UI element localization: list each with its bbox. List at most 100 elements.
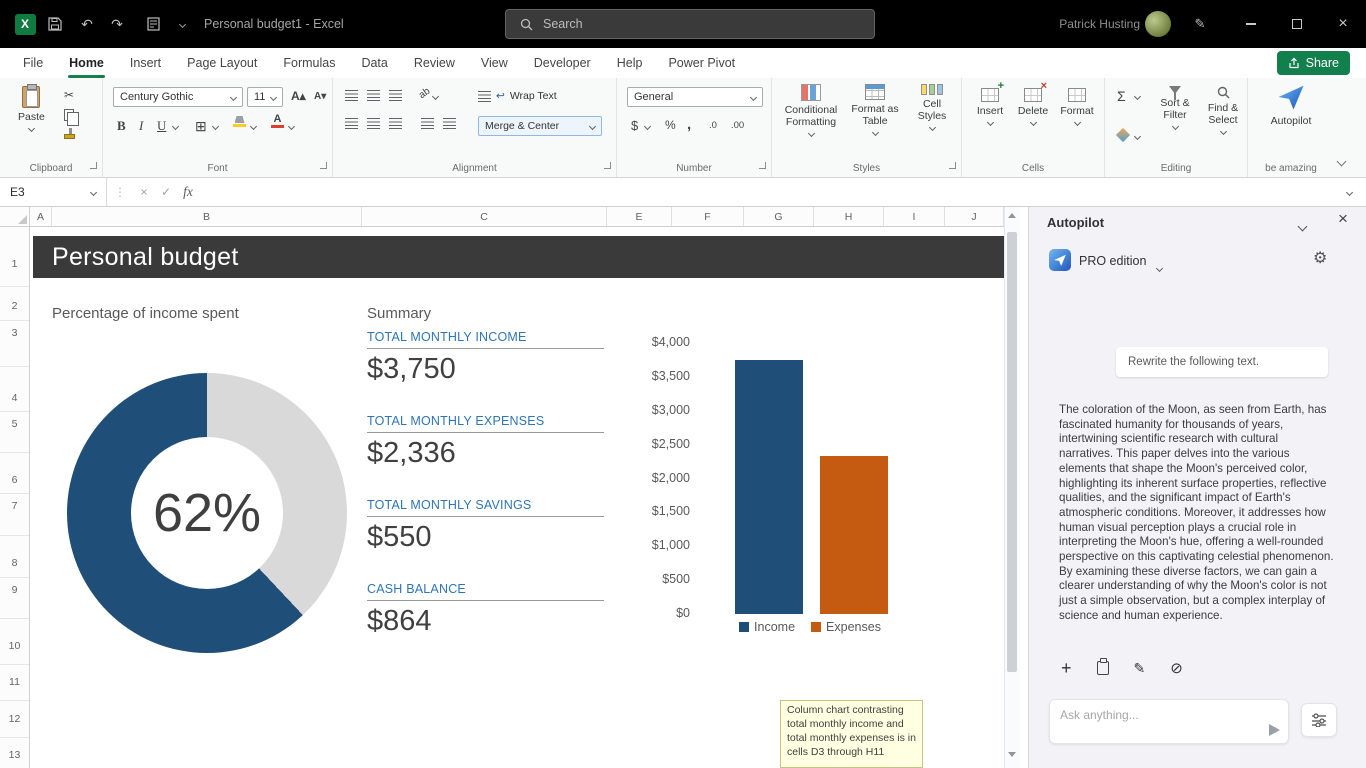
- stop-icon[interactable]: ⊘: [1170, 659, 1183, 677]
- increase-decimal-icon[interactable]: .0: [709, 120, 717, 131]
- column-header-C[interactable]: C: [362, 207, 607, 226]
- excel-logo-icon[interactable]: X: [10, 0, 40, 48]
- paste-button[interactable]: Paste: [18, 84, 45, 133]
- column-header-A[interactable]: A: [30, 207, 52, 226]
- copy-button[interactable]: [64, 109, 79, 126]
- row-header-12[interactable]: 12: [0, 712, 29, 726]
- tab-page-layout[interactable]: Page Layout: [174, 48, 270, 78]
- conditional-formatting-button[interactable]: Conditional Formatting: [780, 84, 842, 138]
- font-color-chevron-icon[interactable]: [287, 122, 296, 131]
- pane-close-icon[interactable]: ×: [1331, 209, 1355, 229]
- sort-filter-button[interactable]: Sort & Filter: [1153, 86, 1197, 131]
- tab-formulas[interactable]: Formulas: [270, 48, 348, 78]
- align-top-icon[interactable]: [345, 90, 358, 101]
- column-header-H[interactable]: H: [814, 207, 884, 226]
- clear-button[interactable]: [1115, 127, 1131, 143]
- row-header-5[interactable]: 5: [0, 417, 29, 431]
- save-icon[interactable]: [42, 0, 68, 48]
- accounting-chevron-icon[interactable]: [643, 122, 652, 131]
- scroll-up-icon[interactable]: [1008, 213, 1016, 218]
- minimize-button[interactable]: [1228, 0, 1274, 48]
- autosum-button[interactable]: Σ: [1117, 88, 1126, 104]
- pro-edition-chevron-icon[interactable]: [1155, 260, 1164, 274]
- bold-button[interactable]: B: [117, 118, 126, 134]
- row-header-13[interactable]: 13: [0, 748, 29, 762]
- alignment-dialog-launcher-icon[interactable]: [604, 162, 611, 169]
- insert-cells-button[interactable]: Insert: [970, 80, 1010, 127]
- format-as-table-button[interactable]: Format as Table: [844, 84, 906, 137]
- decrease-indent-icon[interactable]: [421, 118, 434, 129]
- font-color-button[interactable]: A: [271, 114, 284, 128]
- orientation-icon[interactable]: ab: [417, 86, 432, 101]
- redo-icon[interactable]: ↷: [104, 0, 130, 48]
- number-dialog-launcher-icon[interactable]: [759, 162, 766, 169]
- number-format-combo[interactable]: General: [627, 87, 763, 107]
- row-header-7[interactable]: 7: [0, 499, 29, 513]
- row-header-11[interactable]: 11: [0, 675, 29, 689]
- autosum-chevron-icon[interactable]: [1133, 92, 1142, 101]
- column-header-J[interactable]: J: [945, 207, 1004, 226]
- find-select-button[interactable]: Find & Select: [1201, 86, 1245, 136]
- select-all-corner[interactable]: [0, 207, 30, 226]
- tab-insert[interactable]: Insert: [117, 48, 174, 78]
- align-center-icon[interactable]: [367, 118, 380, 129]
- styles-dialog-launcher-icon[interactable]: [949, 162, 956, 169]
- expand-formula-bar-icon[interactable]: [1332, 188, 1366, 196]
- formula-input[interactable]: [199, 178, 1332, 206]
- row-header-8[interactable]: 8: [0, 556, 29, 570]
- ask-input-box[interactable]: [1049, 699, 1289, 744]
- borders-chevron-icon[interactable]: [211, 122, 220, 131]
- avatar[interactable]: [1145, 11, 1171, 37]
- format-painter-button[interactable]: [64, 128, 75, 139]
- name-box[interactable]: E3: [0, 178, 107, 206]
- autopilot-button[interactable]: Autopilot: [1260, 82, 1322, 127]
- cancel-icon[interactable]: ×: [133, 185, 155, 199]
- chart-note[interactable]: Column chart contrasting total monthly i…: [780, 700, 923, 768]
- collapse-ribbon-icon[interactable]: [1336, 154, 1347, 168]
- column-header-E[interactable]: E: [607, 207, 672, 226]
- pen-icon[interactable]: ✎: [1186, 0, 1214, 48]
- clipboard-dialog-launcher-icon[interactable]: [90, 162, 97, 169]
- tab-file[interactable]: File: [10, 48, 56, 78]
- send-icon[interactable]: [1269, 724, 1280, 736]
- row-header-1[interactable]: 1: [0, 257, 29, 271]
- underline-button[interactable]: U: [157, 118, 166, 134]
- row-header-9[interactable]: 9: [0, 583, 29, 597]
- bar-income[interactable]: [735, 360, 803, 614]
- row-header-6[interactable]: 6: [0, 473, 29, 487]
- pro-edition-label[interactable]: PRO edition: [1079, 254, 1146, 268]
- qat-chevron-down-icon[interactable]: [172, 0, 192, 48]
- align-right-icon[interactable]: [389, 118, 402, 129]
- cut-button[interactable]: ✂: [64, 88, 74, 102]
- column-header-G[interactable]: G: [744, 207, 814, 226]
- add-icon[interactable]: +: [1061, 659, 1072, 677]
- insert-function-icon[interactable]: fx: [177, 184, 199, 200]
- row-header-10[interactable]: 10: [0, 639, 29, 653]
- increase-indent-icon[interactable]: [443, 118, 456, 129]
- tab-power-pivot[interactable]: Power Pivot: [655, 48, 748, 78]
- enter-check-icon[interactable]: ✓: [155, 185, 177, 199]
- tab-developer[interactable]: Developer: [521, 48, 604, 78]
- row-header-3[interactable]: 3: [0, 326, 29, 340]
- align-bottom-icon[interactable]: [389, 90, 402, 101]
- decrease-font-icon[interactable]: A▾: [314, 91, 326, 102]
- row-header-2[interactable]: 2: [0, 299, 29, 313]
- column-header-B[interactable]: B: [52, 207, 362, 226]
- document-icon[interactable]: [140, 0, 166, 48]
- gear-icon[interactable]: ⚙: [1313, 248, 1327, 268]
- close-button[interactable]: ×: [1320, 0, 1366, 48]
- increase-font-icon[interactable]: A▴: [291, 89, 306, 103]
- merge-center-button[interactable]: Merge & Center: [478, 116, 602, 136]
- decrease-decimal-icon[interactable]: .00: [731, 120, 744, 131]
- delete-cells-button[interactable]: Delete: [1012, 80, 1054, 127]
- orientation-chevron-icon[interactable]: [431, 92, 440, 101]
- ask-input[interactable]: [1050, 700, 1255, 730]
- italic-button[interactable]: I: [139, 118, 143, 134]
- wrap-text-button[interactable]: ↩ Wrap Text: [478, 90, 557, 102]
- font-name-combo[interactable]: Century Gothic: [113, 87, 243, 107]
- percent-style-icon[interactable]: %: [665, 118, 676, 132]
- fill-color-button[interactable]: [233, 116, 246, 127]
- pane-settings-button[interactable]: [1301, 703, 1337, 737]
- undo-icon[interactable]: ↶: [74, 0, 100, 48]
- copy-to-clipboard-icon[interactable]: [1096, 658, 1109, 675]
